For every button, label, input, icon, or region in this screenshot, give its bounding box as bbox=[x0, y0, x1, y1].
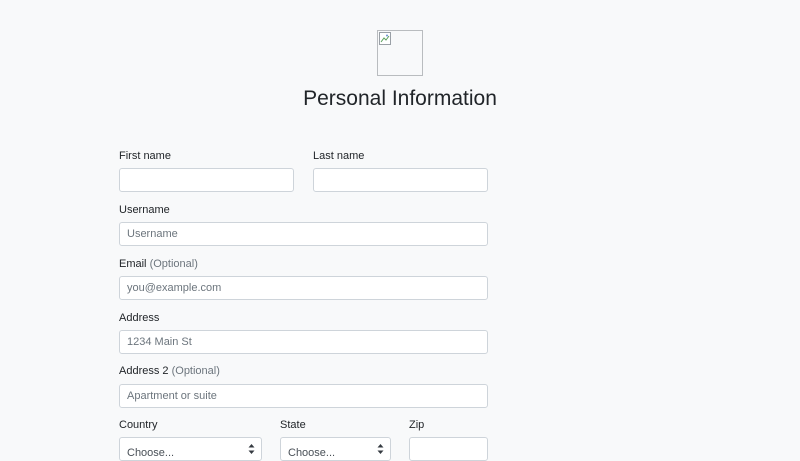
select-caret-icon bbox=[248, 444, 255, 454]
state-selected-value: Choose... bbox=[288, 447, 336, 459]
last-name-field[interactable] bbox=[313, 168, 488, 192]
select-caret-icon bbox=[377, 444, 384, 454]
first-name-label: First name bbox=[119, 150, 171, 162]
address2-optional-hint: (Optional) bbox=[171, 365, 220, 377]
last-name-label: Last name bbox=[313, 150, 365, 162]
zip-label: Zip bbox=[409, 419, 425, 431]
logo-image bbox=[377, 30, 423, 76]
country-selected-value: Choose... bbox=[127, 447, 175, 459]
country-label: Country bbox=[119, 419, 158, 431]
username-field[interactable] bbox=[119, 222, 488, 246]
address2-label-text: Address 2 bbox=[119, 365, 169, 377]
address-label: Address bbox=[119, 312, 160, 324]
email-label-text: Email bbox=[119, 258, 147, 270]
email-label: Email (Optional) bbox=[119, 258, 198, 270]
page-title: Personal Information bbox=[303, 87, 497, 110]
email-field[interactable] bbox=[119, 276, 488, 300]
address-field[interactable] bbox=[119, 330, 488, 354]
state-label: State bbox=[280, 419, 306, 431]
country-select[interactable]: Choose... bbox=[119, 437, 262, 461]
email-optional-hint: (Optional) bbox=[149, 258, 198, 270]
address2-field[interactable] bbox=[119, 384, 488, 408]
broken-image-icon bbox=[379, 32, 391, 45]
first-name-field[interactable] bbox=[119, 168, 294, 192]
zip-field[interactable] bbox=[409, 437, 488, 461]
state-select[interactable]: Choose... bbox=[280, 437, 391, 461]
username-label: Username bbox=[119, 204, 170, 216]
address2-label: Address 2 (Optional) bbox=[119, 365, 220, 377]
